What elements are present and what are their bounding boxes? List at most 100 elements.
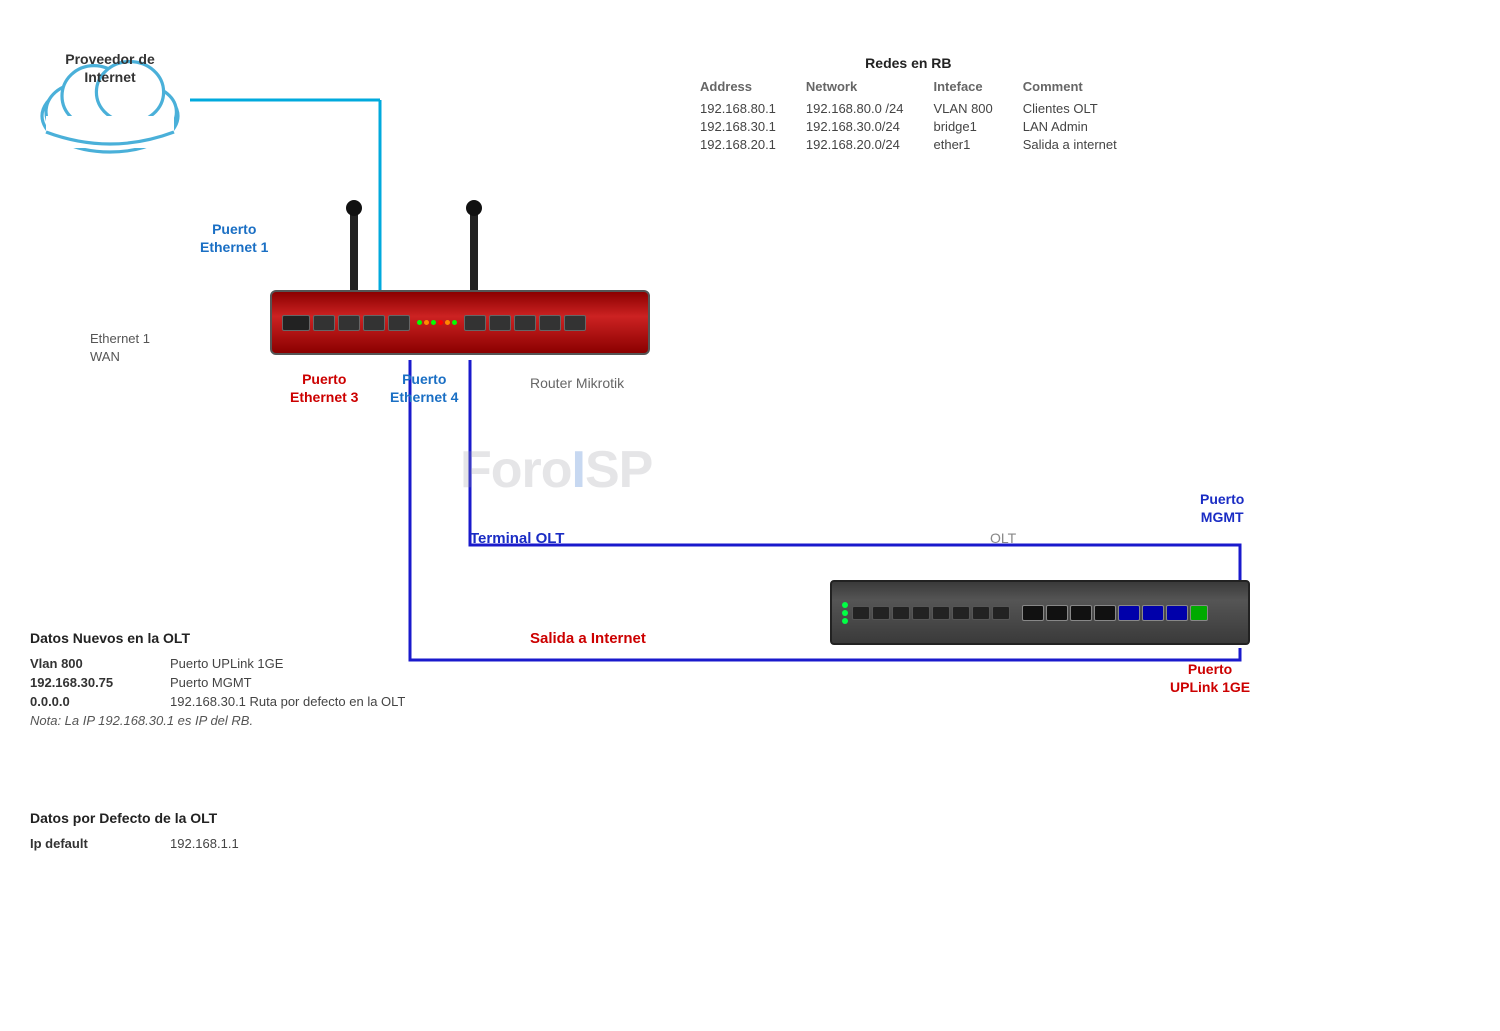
- router-antenna-right: [470, 210, 478, 295]
- olt-pon-8: [992, 606, 1010, 620]
- olt-ports-pon: [852, 606, 1010, 620]
- datos-defecto-section: Datos por Defecto de la OLT Ip default 1…: [30, 810, 239, 855]
- redes-val-interface-3: ether1: [934, 137, 993, 152]
- datos-nuevos-row-2: 192.168.30.75 Puerto MGMT: [30, 675, 405, 690]
- redes-val-interface-1: VLAN 800: [934, 101, 993, 116]
- router-port-4: [388, 315, 410, 331]
- redes-val-address-1: 192.168.80.1: [700, 101, 776, 116]
- olt-sfp-4: [1094, 605, 1116, 621]
- router-body: [270, 290, 650, 355]
- router-ports: [272, 292, 648, 353]
- router-led-4: [438, 320, 443, 325]
- olt-pon-6: [952, 606, 970, 620]
- olt-pon-5: [932, 606, 950, 620]
- datos-defecto-title: Datos por Defecto de la OLT: [30, 810, 239, 826]
- diagram-container: Proveedor de Internet Ethernet 1 WAN: [0, 0, 1500, 1031]
- label-eth1: Puerto Ethernet 1: [200, 220, 268, 256]
- olt-sfp-5: [1118, 605, 1140, 621]
- datos-val-2: Puerto MGMT: [170, 675, 252, 690]
- router-led-1: [417, 320, 422, 325]
- router-port-9: [564, 315, 586, 331]
- datos-key-3: 0.0.0.0: [30, 694, 150, 709]
- olt-led-1: [842, 602, 848, 608]
- redes-val-network-3: 192.168.20.0/24: [806, 137, 904, 152]
- redes-val-comment-3: Salida a internet: [1023, 137, 1117, 152]
- olt-led-2: [842, 610, 848, 616]
- router-led-3: [431, 320, 436, 325]
- label-salida-internet: Salida a Internet: [530, 630, 646, 647]
- redes-col-address: Address 192.168.80.1 192.168.30.1 192.16…: [700, 79, 776, 152]
- router-device: [270, 290, 650, 370]
- datos-key-1: Vlan 800: [30, 656, 150, 671]
- olt-sfp-3: [1070, 605, 1092, 621]
- olt-sfp-mgmt: [1190, 605, 1208, 621]
- datos-val-1: Puerto UPLink 1GE: [170, 656, 283, 671]
- redes-col-network: Network 192.168.80.0 /24 192.168.30.0/24…: [806, 79, 904, 152]
- datos-nuevos-row-1: Vlan 800 Puerto UPLink 1GE: [30, 656, 405, 671]
- label-port-mgmt: Puerto MGMT: [1200, 490, 1244, 526]
- olt-pon-7: [972, 606, 990, 620]
- redes-header-comment: Comment: [1023, 79, 1117, 94]
- redes-val-interface-2: bridge1: [934, 119, 993, 134]
- olt-sfp-uplink: [1166, 605, 1188, 621]
- cloud-label: Proveedor de Internet: [30, 50, 190, 86]
- redes-cols: Address 192.168.80.1 192.168.30.1 192.16…: [700, 79, 1117, 152]
- router-led-2: [424, 320, 429, 325]
- router-port-7: [514, 315, 536, 331]
- router-antenna-tip-right: [466, 200, 482, 216]
- router-port-3: [363, 315, 385, 331]
- router-leds: [417, 320, 457, 325]
- cloud-label-line2: Internet: [84, 69, 135, 85]
- olt-pon-2: [872, 606, 890, 620]
- label-olt: OLT: [990, 530, 1016, 546]
- label-eth3: Puerto Ethernet 3: [290, 370, 358, 406]
- datos-key-2: 192.168.30.75: [30, 675, 150, 690]
- olt-sfp-6: [1142, 605, 1164, 621]
- router-port-6: [489, 315, 511, 331]
- router-port-2: [338, 315, 360, 331]
- redes-header-address: Address: [700, 79, 776, 94]
- redes-val-address-2: 192.168.30.1: [700, 119, 776, 134]
- router-antenna-tip-left: [346, 200, 362, 216]
- olt-body: [830, 580, 1250, 645]
- router-led-5: [445, 320, 450, 325]
- olt-device: tp-link: [830, 580, 1250, 660]
- router-antenna-left: [350, 210, 358, 295]
- redes-val-address-3: 192.168.20.1: [700, 137, 776, 152]
- connection-lines: [0, 0, 1500, 1031]
- datos-nuevos-row-3: 0.0.0.0 192.168.30.1 Ruta por defecto en…: [30, 694, 405, 709]
- router-port-1: [313, 315, 335, 331]
- wan-label-line1: Ethernet 1: [90, 331, 150, 346]
- olt-pon-3: [892, 606, 910, 620]
- olt-leds-left: [842, 602, 848, 624]
- label-router: Router Mikrotik: [530, 375, 624, 391]
- datos-defecto-key-1: Ip default: [30, 836, 150, 851]
- wan-label: Ethernet 1 WAN: [90, 330, 150, 366]
- label-eth4: Puerto Ethernet 4: [390, 370, 458, 406]
- olt-sfp-2: [1046, 605, 1068, 621]
- redes-header-network: Network: [806, 79, 904, 94]
- redes-col-comment: Comment Clientes OLT LAN Admin Salida a …: [1023, 79, 1117, 152]
- redes-header-interface: Inteface: [934, 79, 993, 94]
- cloud-label-line1: Proveedor de: [65, 51, 154, 67]
- router-led-6: [452, 320, 457, 325]
- datos-nuevos-section: Datos Nuevos en la OLT Vlan 800 Puerto U…: [30, 630, 405, 728]
- label-port-uplink: Puerto UPLink 1GE: [1170, 660, 1250, 696]
- olt-led-3: [842, 618, 848, 624]
- wan-label-line2: WAN: [90, 349, 120, 364]
- redes-col-interface: Inteface VLAN 800 bridge1 ether1: [934, 79, 993, 152]
- router-port-8: [539, 315, 561, 331]
- olt-ports-sfp: [1022, 605, 1208, 621]
- redes-en-rb-table: Redes en RB Address 192.168.80.1 192.168…: [700, 55, 1117, 152]
- olt-pon-1: [852, 606, 870, 620]
- datos-nuevos-title: Datos Nuevos en la OLT: [30, 630, 405, 646]
- datos-defecto-val-1: 192.168.1.1: [170, 836, 239, 851]
- router-port-5: [464, 315, 486, 331]
- watermark: ForoISP: [460, 440, 652, 500]
- redes-val-comment-1: Clientes OLT: [1023, 101, 1117, 116]
- datos-val-3: 192.168.30.1 Ruta por defecto en la OLT: [170, 694, 405, 709]
- olt-pon-4: [912, 606, 930, 620]
- redes-title: Redes en RB: [700, 55, 1117, 71]
- redes-val-network-1: 192.168.80.0 /24: [806, 101, 904, 116]
- redes-val-network-2: 192.168.30.0/24: [806, 119, 904, 134]
